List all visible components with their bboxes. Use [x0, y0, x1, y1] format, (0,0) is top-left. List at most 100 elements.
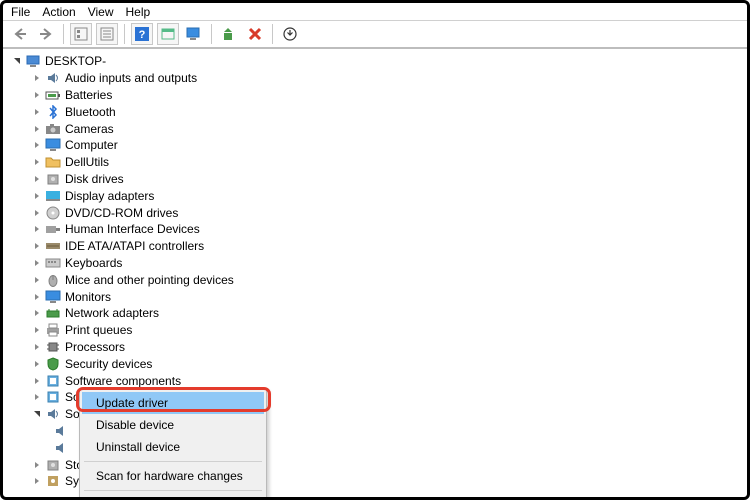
expand-arrow-icon[interactable] [31, 341, 43, 353]
tree-category[interactable]: Monitors [31, 288, 741, 305]
expand-arrow-icon[interactable] [31, 190, 43, 202]
tree-category[interactable]: Print queues [31, 322, 741, 339]
tree-category[interactable]: Human Interface Devices [31, 221, 741, 238]
speaker-icon [53, 440, 69, 456]
expand-arrow-icon[interactable] [31, 408, 43, 420]
tree-category-label: Software components [65, 374, 181, 388]
menubar: File Action View Help [3, 3, 747, 21]
toolbar-button[interactable] [157, 23, 179, 45]
tree-category[interactable]: Software components [31, 372, 741, 389]
show-hide-tree-button[interactable] [70, 23, 92, 45]
expand-arrow-icon[interactable] [31, 106, 43, 118]
tree-category-label: Mice and other pointing devices [65, 273, 234, 287]
expand-arrow-icon[interactable] [31, 207, 43, 219]
tree-category-label: Audio inputs and outputs [65, 71, 197, 85]
tree-category-label: Bluetooth [65, 105, 116, 119]
expand-arrow-icon[interactable] [31, 274, 43, 286]
tree-category[interactable]: Cameras [31, 120, 741, 137]
uninstall-toolbar-button[interactable] [244, 23, 266, 45]
ctx-uninstall-device[interactable]: Uninstall device [82, 436, 264, 458]
device-manager-window: File Action View Help ? [0, 0, 750, 500]
expand-arrow-icon[interactable] [31, 257, 43, 269]
help-button[interactable]: ? [131, 23, 153, 45]
security-icon [45, 356, 61, 372]
update-driver-toolbar-button[interactable] [218, 23, 240, 45]
toolbar-separator [272, 24, 273, 44]
tree-category[interactable]: Computer [31, 137, 741, 154]
tree-category-label: Network adapters [65, 306, 159, 320]
tree-category[interactable]: Batteries [31, 87, 741, 104]
scan-hardware-button[interactable] [183, 23, 205, 45]
expand-arrow-icon[interactable] [31, 72, 43, 84]
disk-icon [45, 171, 61, 187]
tree-category[interactable]: Mice and other pointing devices [31, 271, 741, 288]
toolbar: ? [3, 21, 747, 49]
monitor-scan-icon [186, 27, 202, 41]
properties-icon [100, 27, 114, 41]
tree-category[interactable]: Audio inputs and outputs [31, 70, 741, 87]
tree-category[interactable]: DellUtils [31, 154, 741, 171]
tree-category-label: Cameras [65, 122, 114, 136]
expand-arrow-icon[interactable] [31, 223, 43, 235]
tree-category-label: Display adapters [65, 189, 154, 203]
tree-category-label: Computer [65, 138, 118, 152]
expand-arrow-icon[interactable] [31, 291, 43, 303]
tree-root-label: DESKTOP- [45, 54, 106, 68]
expand-arrow-icon[interactable] [31, 173, 43, 185]
expand-arrow-icon[interactable] [31, 89, 43, 101]
expand-arrow-icon[interactable] [31, 324, 43, 336]
speaker-icon [53, 423, 69, 439]
bluetooth-icon [45, 104, 61, 120]
tree-root[interactable]: DESKTOP- [11, 53, 741, 70]
ctx-update-driver[interactable]: Update driver [82, 392, 264, 414]
software-icon [45, 373, 61, 389]
expand-arrow-icon[interactable] [31, 139, 43, 151]
tree-category[interactable]: IDE ATA/ATAPI controllers [31, 238, 741, 255]
hid-icon [45, 221, 61, 237]
expand-arrow-icon[interactable] [31, 156, 43, 168]
expand-arrow-icon[interactable] [31, 123, 43, 135]
expand-arrow-icon[interactable] [31, 307, 43, 319]
properties-button[interactable] [96, 23, 118, 45]
camera-icon [45, 121, 61, 137]
tree-category[interactable]: Keyboards [31, 255, 741, 272]
tree-category[interactable]: Disk drives [31, 171, 741, 188]
tree-category[interactable]: Security devices [31, 355, 741, 372]
toolbar-button[interactable] [279, 23, 301, 45]
tree-category[interactable]: Network adapters [31, 305, 741, 322]
menu-help[interactable]: Help [126, 5, 151, 19]
ctx-separator [84, 490, 262, 491]
menu-action[interactable]: Action [42, 5, 75, 19]
tree-category-label: Monitors [65, 290, 111, 304]
menu-file[interactable]: File [11, 5, 30, 19]
help-icon: ? [135, 27, 149, 41]
ctx-disable-device[interactable]: Disable device [82, 414, 264, 436]
tree-category[interactable]: Processors [31, 339, 741, 356]
tree-category[interactable]: Bluetooth [31, 103, 741, 120]
menu-view[interactable]: View [88, 5, 114, 19]
monitor-icon [45, 137, 61, 153]
tree-category[interactable]: Display adapters [31, 187, 741, 204]
expand-arrow-icon[interactable] [31, 475, 43, 487]
tree-category[interactable]: DVD/CD-ROM drives [31, 204, 741, 221]
expand-arrow-icon[interactable] [31, 358, 43, 370]
expand-arrow-icon[interactable] [31, 240, 43, 252]
context-menu: Update driver Disable device Uninstall d… [79, 389, 267, 500]
back-button[interactable] [9, 23, 31, 45]
expand-arrow-icon[interactable] [11, 55, 23, 67]
expand-arrow-icon[interactable] [31, 375, 43, 387]
ide-icon [45, 238, 61, 254]
svg-text:?: ? [139, 29, 146, 41]
network-icon [45, 305, 61, 321]
expand-arrow-icon[interactable] [31, 391, 43, 403]
usb-icon [45, 490, 61, 491]
tree-category-label: Print queues [65, 323, 132, 337]
forward-button[interactable] [35, 23, 57, 45]
software-icon [45, 389, 61, 405]
printer-icon [45, 322, 61, 338]
disk-icon [45, 457, 61, 473]
ctx-scan-hardware[interactable]: Scan for hardware changes [82, 465, 264, 487]
expand-arrow-icon[interactable] [31, 459, 43, 471]
ctx-properties[interactable]: Properties [82, 494, 264, 500]
circle-arrow-icon [283, 27, 297, 41]
